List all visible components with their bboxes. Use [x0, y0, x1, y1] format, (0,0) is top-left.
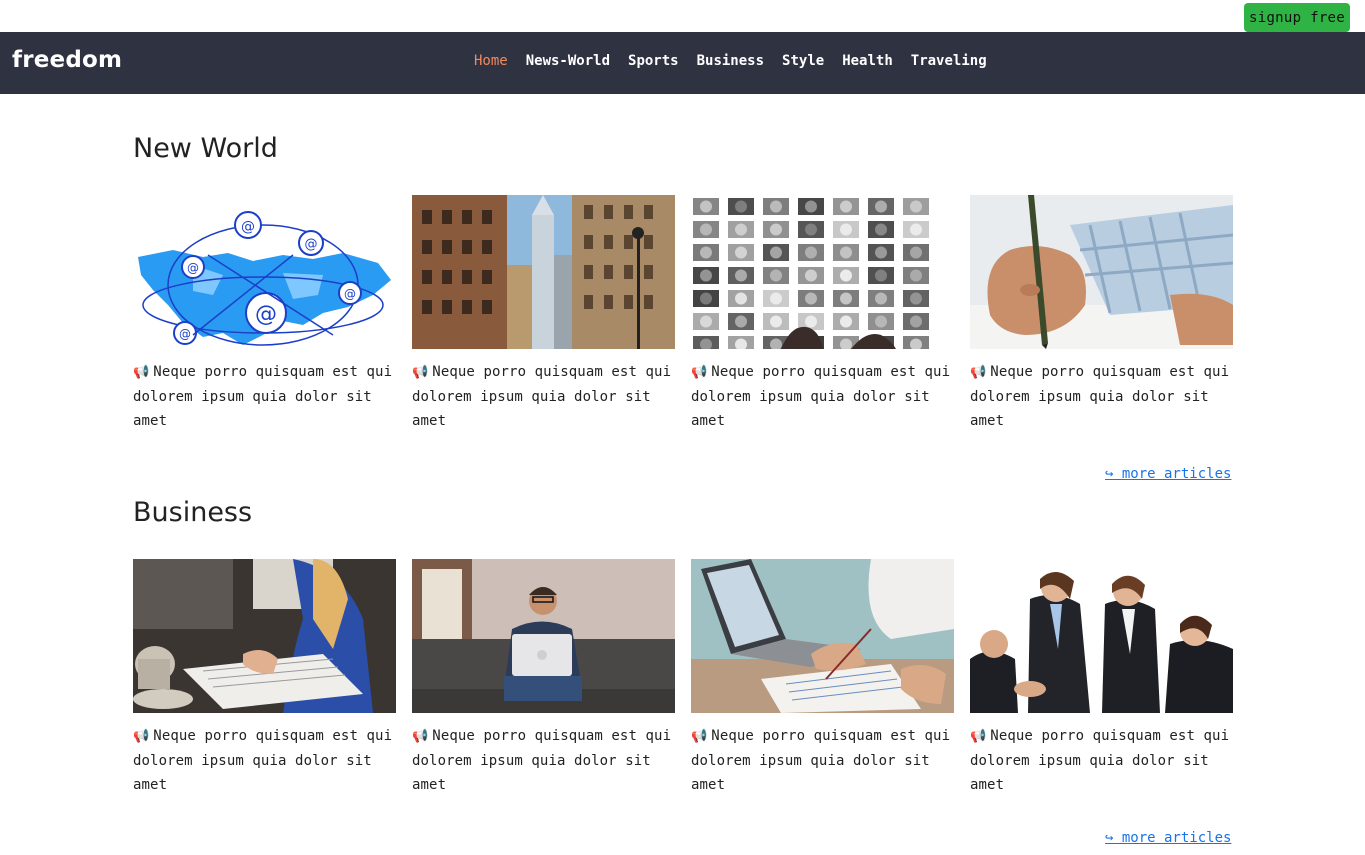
article-card[interactable]: @ @ @ @ @ @ 📢 Neque porro quisquam est qu… [133, 195, 396, 433]
article-card[interactable]: 📢 Neque porro quisquam est qui dolorem ip… [691, 559, 954, 797]
hand-writing-pencil-image[interactable] [970, 195, 1233, 349]
city-skyscrapers-image[interactable] [412, 195, 675, 349]
article-summary[interactable]: 📢 Neque porro quisquam est qui dolorem ip… [412, 724, 675, 797]
faces-collage-image[interactable] [691, 195, 954, 349]
article-summary[interactable]: 📢 Neque porro quisquam est qui dolorem ip… [970, 360, 1233, 433]
article-card[interactable]: 📢 Neque porro quisquam est qui dolorem ip… [133, 559, 396, 797]
main-nav: Home News-World Sports Business Style He… [474, 53, 987, 69]
article-summary[interactable]: 📢 Neque porro quisquam est qui dolorem ip… [691, 724, 954, 797]
woman-writing-notebook-image[interactable] [133, 559, 396, 713]
article-card[interactable]: 📢 Neque porro quisquam est qui dolorem ip… [970, 195, 1233, 433]
megaphone-icon: 📢 [133, 729, 150, 744]
svg-text:@: @ [187, 261, 199, 275]
svg-text:@: @ [255, 302, 277, 327]
svg-text:@: @ [241, 219, 255, 235]
article-card[interactable]: 📢 Neque porro quisquam est qui dolorem ip… [691, 195, 954, 433]
nav-health[interactable]: Health [842, 53, 893, 69]
megaphone-icon: 📢 [970, 729, 987, 744]
megaphone-icon: 📢 [970, 365, 987, 380]
megaphone-icon: 📢 [412, 729, 429, 744]
man-with-laptop-sofa-image[interactable] [412, 559, 675, 713]
nav-home[interactable]: Home [474, 53, 508, 69]
nav-style[interactable]: Style [782, 53, 824, 69]
nav-traveling[interactable]: Traveling [911, 53, 987, 69]
megaphone-icon: 📢 [691, 365, 708, 380]
signup-button[interactable]: signup free [1244, 3, 1350, 32]
nav-news-world[interactable]: News-World [526, 53, 610, 69]
article-summary[interactable]: 📢 Neque porro quisquam est qui dolorem ip… [133, 724, 396, 797]
business-team-handshake-image[interactable] [970, 559, 1233, 713]
megaphone-icon: 📢 [133, 365, 150, 380]
nav-sports[interactable]: Sports [628, 53, 679, 69]
article-summary[interactable]: 📢 Neque porro quisquam est qui dolorem ip… [691, 360, 954, 433]
more-articles-link-new-world[interactable]: ↪ more articles [1105, 466, 1231, 482]
section-title-business: Business [133, 497, 253, 528]
article-summary[interactable]: 📢 Neque porro quisquam est qui dolorem ip… [970, 724, 1233, 797]
megaphone-icon: 📢 [412, 365, 429, 380]
megaphone-icon: 📢 [691, 729, 708, 744]
navbar: freedom Home News-World Sports Business … [0, 32, 1365, 94]
laptop-documents-desk-image[interactable] [691, 559, 954, 713]
article-card[interactable]: 📢 Neque porro quisquam est qui dolorem ip… [412, 559, 675, 797]
svg-text:@: @ [179, 327, 191, 341]
svg-text:@: @ [344, 287, 356, 301]
article-card[interactable]: 📢 Neque porro quisquam est qui dolorem ip… [970, 559, 1233, 797]
article-summary[interactable]: 📢 Neque porro quisquam est qui dolorem ip… [412, 360, 675, 433]
nav-business[interactable]: Business [697, 53, 764, 69]
world-map-email-image[interactable]: @ @ @ @ @ @ [133, 195, 396, 349]
more-articles-link-business[interactable]: ↪ more articles [1105, 830, 1231, 846]
svg-text:@: @ [305, 237, 318, 252]
article-summary[interactable]: 📢 Neque porro quisquam est qui dolorem ip… [133, 360, 396, 433]
section-title-new-world: New World [133, 133, 278, 164]
brand-logo[interactable]: freedom [12, 47, 122, 73]
article-card[interactable]: 📢 Neque porro quisquam est qui dolorem ip… [412, 195, 675, 433]
